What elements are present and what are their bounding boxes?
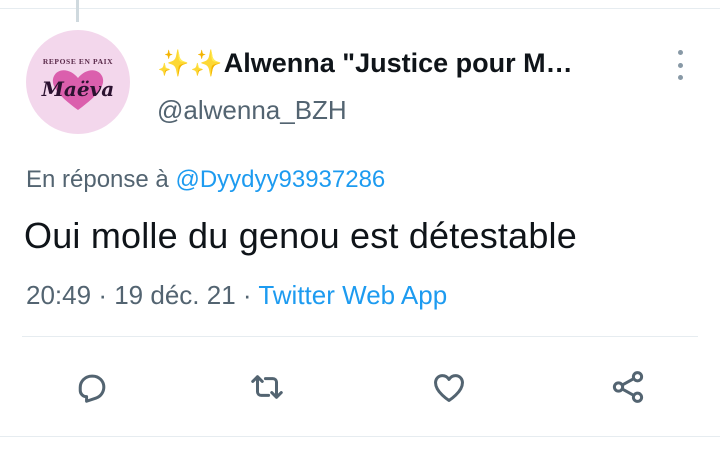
avatar-name: Maëva [41, 77, 115, 101]
reply-button[interactable] [70, 366, 112, 408]
thread-connector-line [76, 0, 79, 22]
retweet-icon [251, 375, 283, 399]
reply-mention-link[interactable]: @Dyydyy93937286 [175, 166, 385, 193]
heart-icon [434, 374, 464, 402]
share-button[interactable] [607, 366, 649, 408]
user-handle[interactable]: @alwenna_BZH [157, 95, 347, 126]
avatar[interactable]: REPOSE EN PAIX Maëva [26, 30, 130, 134]
reply-prefix: En réponse à [26, 166, 169, 193]
more-options-button[interactable] [670, 50, 690, 80]
retweet-button[interactable] [246, 366, 288, 408]
top-divider [0, 8, 720, 9]
share-icon [612, 371, 644, 403]
like-button[interactable] [428, 366, 470, 408]
avatar-caption: REPOSE EN PAIX [42, 57, 114, 66]
tweet-date[interactable]: 19 déc. 21 [114, 280, 235, 310]
reply-context: En réponse à @Dyydyy93937286 [26, 166, 385, 194]
more-vertical-icon [677, 50, 683, 55]
more-vertical-icon [677, 75, 683, 80]
meta-separator: · [98, 280, 107, 310]
bottom-divider [0, 436, 720, 437]
display-name[interactable]: ✨✨Alwenna "Justice pour M… [157, 48, 573, 79]
tweet-metadata: 20:49 · 19 déc. 21 · Twitter Web App [26, 280, 447, 311]
tweet-text: Oui molle du genou est détestable [24, 215, 577, 256]
more-vertical-icon [677, 62, 683, 68]
sparkles-icon: ✨ [157, 48, 190, 78]
display-name-text: Alwenna "Justice pour M… [223, 48, 573, 78]
reply-icon [78, 374, 106, 403]
sparkles-icon: ✨ [190, 48, 223, 78]
meta-separator: · [242, 280, 252, 310]
tweet-time[interactable]: 20:49 [26, 280, 91, 310]
tweet-source-link[interactable]: Twitter Web App [258, 280, 447, 310]
divider [22, 336, 698, 337]
